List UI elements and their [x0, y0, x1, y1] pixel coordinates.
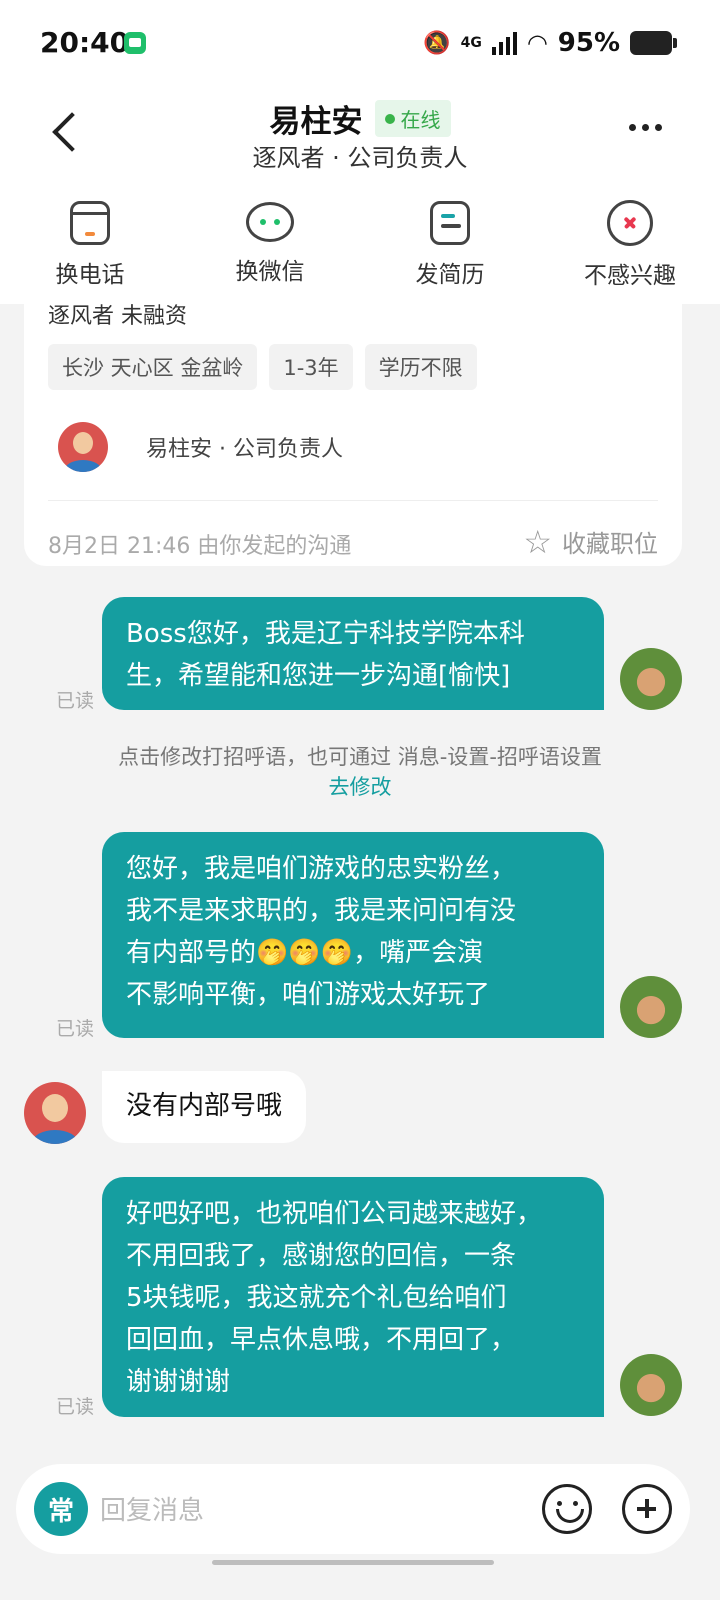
home-indicator[interactable]	[212, 1560, 494, 1565]
battery-percent: 95%	[557, 28, 620, 58]
recruiter-row: 易柱安 · 公司负责人	[58, 422, 343, 472]
my-message[interactable]: 好吧好吧，也祝咱们公司越来越好， 不用回我了，感谢您的回信，一条 5块钱呢，我这…	[102, 1177, 604, 1417]
favorite-label: 收藏职位	[562, 530, 658, 558]
not-interested-icon	[607, 200, 653, 246]
online-dot-icon	[384, 113, 395, 124]
my-avatar[interactable]	[620, 648, 682, 710]
my-message[interactable]: Boss您好，我是辽宁科技学院本科 生，希望能和您进一步沟通[愉快]	[102, 597, 604, 710]
read-receipt: 已读	[56, 690, 95, 712]
job-tag: 1-3年	[269, 344, 353, 390]
reply-input[interactable]: 回复消息	[100, 1490, 204, 1527]
message-line: 我不是来求职的，我是来问问有没	[126, 896, 517, 926]
emoji-icon[interactable]	[542, 1484, 592, 1534]
more-options-button[interactable]	[629, 124, 662, 131]
action-label: 换电话	[55, 262, 125, 288]
greeting-edit-note: 点击修改打招呼语，也可通过 消息-设置-招呼语设置 去修改	[110, 742, 610, 802]
status-bar: 20:40 🔕 4G ◠ 95%	[0, 0, 720, 88]
message-line: 回回血，早点休息哦，不用回了，	[126, 1325, 517, 1355]
plus-icon[interactable]	[622, 1484, 672, 1534]
recruiter-avatar	[58, 422, 108, 472]
online-label: 在线	[400, 108, 441, 132]
action-label: 不感兴趣	[584, 263, 676, 289]
action-exchange-phone[interactable]: 换电话	[0, 184, 180, 304]
resume-icon	[430, 201, 470, 245]
signal-icon	[491, 31, 517, 55]
message-line: 好吧好吧，也祝咱们公司越来越好，	[126, 1199, 543, 1229]
message-line: Boss您好，我是辽宁科技学院本科	[126, 619, 525, 649]
note-text: 点击修改打招呼语，也可通过 消息-设置-招呼语设置	[118, 745, 602, 769]
action-label: 换微信	[235, 259, 305, 285]
action-send-resume[interactable]: 发简历	[360, 184, 540, 304]
job-tag: 学历不限	[364, 344, 477, 390]
edit-greeting-link[interactable]: 去修改	[329, 775, 392, 799]
my-avatar[interactable]	[620, 976, 682, 1038]
status-indicators: 🔕 4G ◠ 95%	[423, 28, 677, 58]
my-message[interactable]: 您好，我是咱们游戏的忠实粉丝， 我不是来求职的，我是来问问有没 有内部号的🤭🤭🤭…	[102, 832, 604, 1038]
mute-icon: 🔕	[423, 30, 451, 56]
message-line: 不影响平衡，咱们游戏太好玩了	[126, 980, 491, 1010]
wifi-icon: ◠	[526, 29, 548, 57]
recruiter-avatar[interactable]	[24, 1082, 86, 1144]
message-text: 没有内部号哦	[126, 1091, 283, 1121]
recruiter-message[interactable]: 没有内部号哦	[102, 1071, 307, 1143]
app-notification-icon	[124, 32, 146, 54]
read-receipt: 已读	[56, 1396, 95, 1418]
company-info: 逐风者 未融资	[48, 304, 187, 329]
action-label: 发简历	[415, 262, 485, 288]
quick-phrases-button[interactable]: 常	[34, 1482, 88, 1536]
reply-bar: 常 回复消息	[16, 1464, 690, 1554]
message-line: 您好，我是咱们游戏的忠实粉丝，	[126, 854, 517, 884]
action-bar: 换电话 换微信 发简历 不感兴趣	[0, 184, 720, 304]
online-badge: 在线	[374, 100, 451, 137]
job-tags: 长沙 天心区 金盆岭 1-3年 学历不限	[48, 344, 477, 390]
wechat-icon	[246, 202, 294, 242]
message-line: 有内部号的🤭🤭🤭，嘴严会演	[126, 938, 484, 968]
favorite-job-button[interactable]: ☆ 收藏职位	[523, 524, 658, 559]
battery-icon	[630, 31, 677, 55]
job-tag: 长沙 天心区 金盆岭	[48, 344, 258, 390]
chat-header: 易柱安 在线 逐风者 · 公司负责人	[0, 88, 720, 184]
phone-card-icon	[70, 201, 110, 245]
recruiter-label: 易柱安 · 公司负责人	[146, 437, 343, 462]
contact-name: 易柱安	[269, 104, 363, 140]
conversation-start-info: 8月2日 21:46 由你发起的沟通	[48, 534, 352, 559]
my-avatar[interactable]	[620, 1354, 682, 1416]
message-line: 谢谢谢谢	[126, 1367, 231, 1397]
divider	[48, 500, 658, 501]
job-card[interactable]: 逐风者 未融资 长沙 天心区 金盆岭 1-3年 学历不限 易柱安 · 公司负责人…	[24, 304, 682, 566]
message-line: 5块钱呢，我这就充个礼包给咱们	[126, 1283, 507, 1313]
action-not-interested[interactable]: 不感兴趣	[540, 184, 720, 304]
read-receipt: 已读	[56, 1018, 95, 1040]
action-exchange-wechat[interactable]: 换微信	[180, 184, 360, 304]
network-label: 4G	[460, 35, 482, 51]
title-row: 易柱安 在线	[0, 96, 720, 141]
message-line: 不用回我了，感谢您的回信，一条	[126, 1241, 517, 1271]
status-time: 20:40	[40, 26, 130, 59]
message-line: 生，希望能和您进一步沟通[愉快]	[126, 661, 511, 691]
contact-subtitle: 逐风者 · 公司负责人	[252, 144, 468, 172]
star-icon: ☆	[523, 522, 552, 561]
